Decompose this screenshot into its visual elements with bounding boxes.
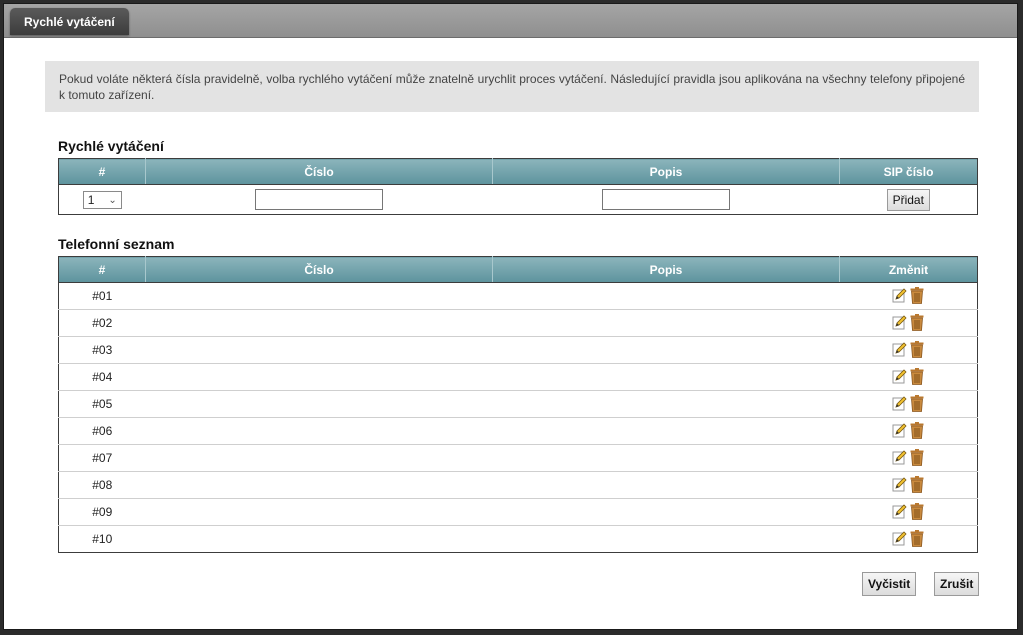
row-number [145,309,493,337]
number-input[interactable] [255,189,383,210]
row-actions [840,283,978,310]
row-description [492,417,840,445]
row-description [492,309,840,337]
edit-icon[interactable] [892,368,907,384]
trash-icon[interactable] [910,448,924,466]
trash-icon[interactable] [910,286,924,304]
sip-cell: Přidat [840,185,978,215]
edit-icon[interactable] [892,314,907,330]
index-cell: 1 ⌄ [59,185,146,215]
edit-icon[interactable] [892,503,907,519]
trash-icon[interactable] [910,313,924,331]
trash-icon[interactable] [910,367,924,385]
row-number [146,283,493,310]
row-number [145,363,493,391]
row-description [492,525,840,553]
add-button[interactable]: Přidat [886,188,930,211]
edit-icon[interactable] [892,341,907,357]
table-row: #05 [58,390,978,418]
trash-icon[interactable] [910,394,924,412]
edit-icon[interactable] [892,476,907,492]
row-description [492,363,840,391]
row-description [493,283,840,310]
table-row: #02 [58,309,978,337]
info-box: Pokud voláte některá čísla pravidelně, v… [45,61,979,112]
table-row: #10 [58,525,978,553]
row-description [492,390,840,418]
row-description [492,336,840,364]
cancel-button[interactable]: Zrušit [934,572,980,596]
table-row: #08 [58,471,978,499]
col-header-number: Číslo [145,158,493,185]
row-actions [839,525,978,553]
row-actions [839,363,978,391]
row-index: #02 [58,309,146,337]
row-actions [839,471,978,499]
row-actions [839,309,978,337]
edit-icon[interactable] [892,449,907,465]
row-number [145,417,493,445]
col-header-modify: Změnit [839,256,978,283]
row-index: #03 [58,336,146,364]
description-cell [493,185,840,215]
row-number [145,336,493,364]
row-description [492,471,840,499]
row-index: #06 [58,417,146,445]
row-actions [839,390,978,418]
col-header-description: Popis [492,158,840,185]
trash-icon[interactable] [910,502,924,520]
row-number [145,525,493,553]
clear-button[interactable]: Vyčistit [862,572,917,596]
table-row: #06 [58,417,978,445]
edit-icon[interactable] [892,287,907,303]
trash-icon[interactable] [910,475,924,493]
col-header-index: # [58,256,146,283]
trash-icon[interactable] [910,340,924,358]
table-row: #09 [58,498,978,526]
speed-dial-table: # Číslo Popis SIP číslo 1 ⌄ Přidat [58,158,978,215]
row-number [145,498,493,526]
row-index: #09 [58,498,146,526]
col-header-sip-number: SIP číslo [839,158,978,185]
tab-bar: Rychlé vytáčení [4,4,1017,38]
table-row: #03 [58,336,978,364]
edit-icon[interactable] [892,395,907,411]
row-index: #04 [58,363,146,391]
row-number [145,390,493,418]
table-row: #04 [58,363,978,391]
row-description [492,498,840,526]
table-row: #01 [59,283,978,310]
table-row: #07 [58,444,978,472]
trash-icon[interactable] [910,421,924,439]
phonebook-title: Telefonní seznam [58,236,175,252]
col-header-number: Číslo [145,256,493,283]
number-cell [146,185,493,215]
row-actions [839,336,978,364]
row-description [492,444,840,472]
row-actions [839,444,978,472]
edit-icon[interactable] [892,422,907,438]
row-number [145,471,493,499]
speed-dial-title: Rychlé vytáčení [58,138,164,154]
index-select-value: 1 [87,192,95,207]
col-header-description: Popis [492,256,840,283]
row-index: #01 [92,289,113,303]
row-index: #08 [58,471,146,499]
row-number [145,444,493,472]
edit-icon[interactable] [892,530,907,546]
window-frame: Rychlé vytáčení Pokud voláte některá čís… [3,3,1018,630]
chevron-down-icon: ⌄ [108,194,117,206]
row-index: #05 [58,390,146,418]
tab-speed-dial[interactable]: Rychlé vytáčení [10,8,129,35]
trash-icon[interactable] [910,529,924,547]
row-index: #10 [58,525,146,553]
description-input[interactable] [602,189,730,210]
row-actions [839,417,978,445]
row-index: #07 [58,444,146,472]
row-actions [839,498,978,526]
col-header-index: # [58,158,146,185]
index-select[interactable]: 1 ⌄ [82,190,122,209]
phonebook-table: # Číslo Popis Změnit #01 #02 #03 #04 #05 #06 #… [58,256,978,553]
